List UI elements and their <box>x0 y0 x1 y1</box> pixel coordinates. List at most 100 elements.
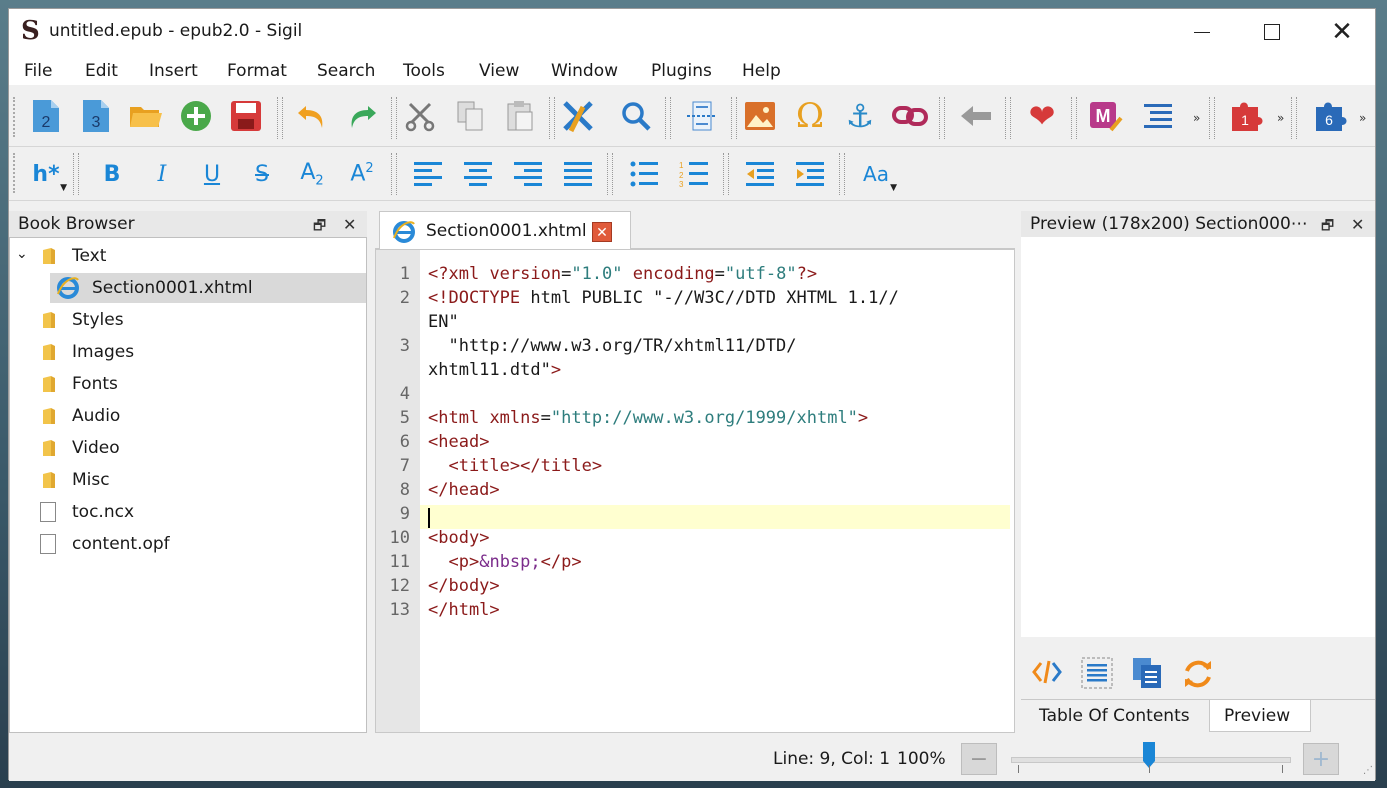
tree-folder-text[interactable]: ⌄ Text <box>10 241 366 271</box>
new-epub3-button[interactable]: 3 <box>75 95 117 137</box>
menu-edit[interactable]: Edit <box>85 61 118 81</box>
float-dock-button[interactable]: 🗗 <box>1321 215 1334 239</box>
line-number: 12 <box>389 576 410 596</box>
toolbar-overflow-icon[interactable]: » <box>1277 111 1284 125</box>
change-case-icon: Aa <box>863 162 889 186</box>
insert-special-char-button[interactable]: Ω <box>789 95 831 137</box>
tree-folder-images[interactable]: Images <box>10 337 366 367</box>
window-title: untitled.epub - epub2.0 - Sigil <box>49 21 303 41</box>
add-file-button[interactable] <box>175 95 217 137</box>
save-button[interactable] <box>225 95 267 137</box>
zoom-in-button[interactable]: + <box>1303 743 1339 775</box>
code-view-button[interactable] <box>557 95 599 137</box>
split-section-icon <box>687 101 717 131</box>
menu-tools[interactable]: Tools <box>403 61 445 81</box>
bold-button[interactable]: B <box>91 153 133 195</box>
menu-window[interactable]: Window <box>551 61 618 81</box>
strikethrough-button[interactable]: S <box>241 153 283 195</box>
italic-button[interactable]: I <box>141 153 183 195</box>
justify-button[interactable] <box>557 153 599 195</box>
zoom-out-button[interactable]: − <box>961 743 997 775</box>
menu-format[interactable]: Format <box>227 61 287 81</box>
resize-grip-icon[interactable]: ⋰ <box>1363 765 1373 776</box>
tree-folder-styles[interactable]: Styles <box>10 305 366 335</box>
tree-folder-audio[interactable]: Audio <box>10 401 366 431</box>
toolbar-overflow-icon[interactable]: » <box>1359 111 1366 125</box>
maximize-button[interactable] <box>1237 9 1307 55</box>
menu-search[interactable]: Search <box>317 61 375 81</box>
toolbar-grip[interactable] <box>13 153 15 193</box>
chevron-down-icon[interactable]: ⌄ <box>16 246 28 262</box>
underline-button[interactable]: U <box>191 153 233 195</box>
new-epub2-icon: 2 <box>33 100 59 132</box>
split-button[interactable] <box>681 95 723 137</box>
code-editor[interactable]: 1 2 3 4 5 6 7 8 9 10 11 12 13 <?xml version="1.0" en… <box>375 249 1015 733</box>
tree-file-toc-ncx[interactable]: toc.ncx <box>10 497 366 527</box>
underline-icon: U <box>203 161 221 187</box>
plugin-6-button[interactable]: 6 <box>1309 95 1351 137</box>
float-dock-button[interactable]: 🗗 <box>313 215 326 239</box>
toolbar-overflow-icon[interactable]: » <box>1193 111 1200 125</box>
find-button[interactable] <box>615 95 657 137</box>
close-window-button[interactable]: ✕ <box>1307 9 1377 55</box>
copy-preview-button[interactable] <box>1131 657 1163 693</box>
heading-dropdown[interactable]: h* ▼ <box>25 153 67 195</box>
slider-tick <box>1018 765 1019 773</box>
tree-folder-misc[interactable]: Misc <box>10 465 366 495</box>
superscript-button[interactable]: A2 <box>341 153 383 195</box>
insert-image-button[interactable] <box>739 95 781 137</box>
new-epub2-button[interactable]: 2 <box>25 95 67 137</box>
copy-button[interactable] <box>449 95 491 137</box>
indent-icon <box>796 162 824 186</box>
insert-anchor-button[interactable]: ⚓ <box>839 95 881 137</box>
menu-insert[interactable]: Insert <box>149 61 198 81</box>
align-left-button[interactable] <box>407 153 449 195</box>
undo-button[interactable] <box>291 95 333 137</box>
numbered-list-button[interactable]: 123 <box>673 153 715 195</box>
increase-indent-button[interactable] <box>789 153 831 195</box>
align-center-button[interactable] <box>457 153 499 195</box>
minimize-button[interactable] <box>1167 9 1237 55</box>
folder-icon <box>43 344 55 360</box>
tab-table-of-contents[interactable]: Table Of Contents <box>1025 700 1204 732</box>
close-tab-button[interactable]: ✕ <box>592 222 612 242</box>
main-toolbar: 2 3 Ω ⚓ ❤ M » 1 » 6 » <box>9 89 1375 147</box>
search-icon <box>622 102 651 131</box>
align-right-button[interactable] <box>507 153 549 195</box>
close-dock-button[interactable]: ✕ <box>343 215 356 234</box>
redo-button[interactable] <box>341 95 383 137</box>
toolbar-grip[interactable] <box>13 97 15 137</box>
decrease-indent-button[interactable] <box>739 153 781 195</box>
close-dock-button[interactable]: ✕ <box>1351 215 1364 234</box>
metadata-editor-button[interactable]: M <box>1085 95 1127 137</box>
tree-item-label: Text <box>72 246 107 266</box>
tree-folder-video[interactable]: Video <box>10 433 366 463</box>
subscript-button[interactable]: A2 <box>291 153 333 195</box>
cut-button[interactable] <box>399 95 441 137</box>
tab-preview[interactable]: Preview <box>1209 700 1311 732</box>
open-button[interactable] <box>125 95 167 137</box>
plugin-1-button[interactable]: 1 <box>1225 95 1267 137</box>
insert-link-button[interactable] <box>889 95 931 137</box>
inspect-code-button[interactable] <box>1031 657 1063 691</box>
tab-section0001[interactable]: Section0001.xhtml ✕ <box>379 211 631 249</box>
tree-file-section0001[interactable]: Section0001.xhtml <box>50 273 366 303</box>
menu-file[interactable]: File <box>24 61 52 81</box>
preview-pane[interactable] <box>1021 237 1375 637</box>
back-button[interactable] <box>955 95 997 137</box>
tree-file-content-opf[interactable]: content.opf <box>10 529 366 559</box>
image-icon <box>745 102 775 130</box>
select-all-button[interactable] <box>1081 657 1113 693</box>
paste-button[interactable] <box>499 95 541 137</box>
menu-plugins[interactable]: Plugins <box>651 61 712 81</box>
donate-button[interactable]: ❤ <box>1021 95 1063 137</box>
menu-help[interactable]: Help <box>742 61 781 81</box>
toolbar-separator <box>1291 97 1297 139</box>
menu-view[interactable]: View <box>479 61 519 81</box>
tree-folder-fonts[interactable]: Fonts <box>10 369 366 399</box>
change-case-dropdown[interactable]: Aa ▼ <box>855 153 897 195</box>
refresh-preview-button[interactable] <box>1181 657 1215 695</box>
toc-editor-button[interactable] <box>1137 95 1179 137</box>
bullet-list-button[interactable] <box>623 153 665 195</box>
code-line: EN" <box>428 312 459 332</box>
